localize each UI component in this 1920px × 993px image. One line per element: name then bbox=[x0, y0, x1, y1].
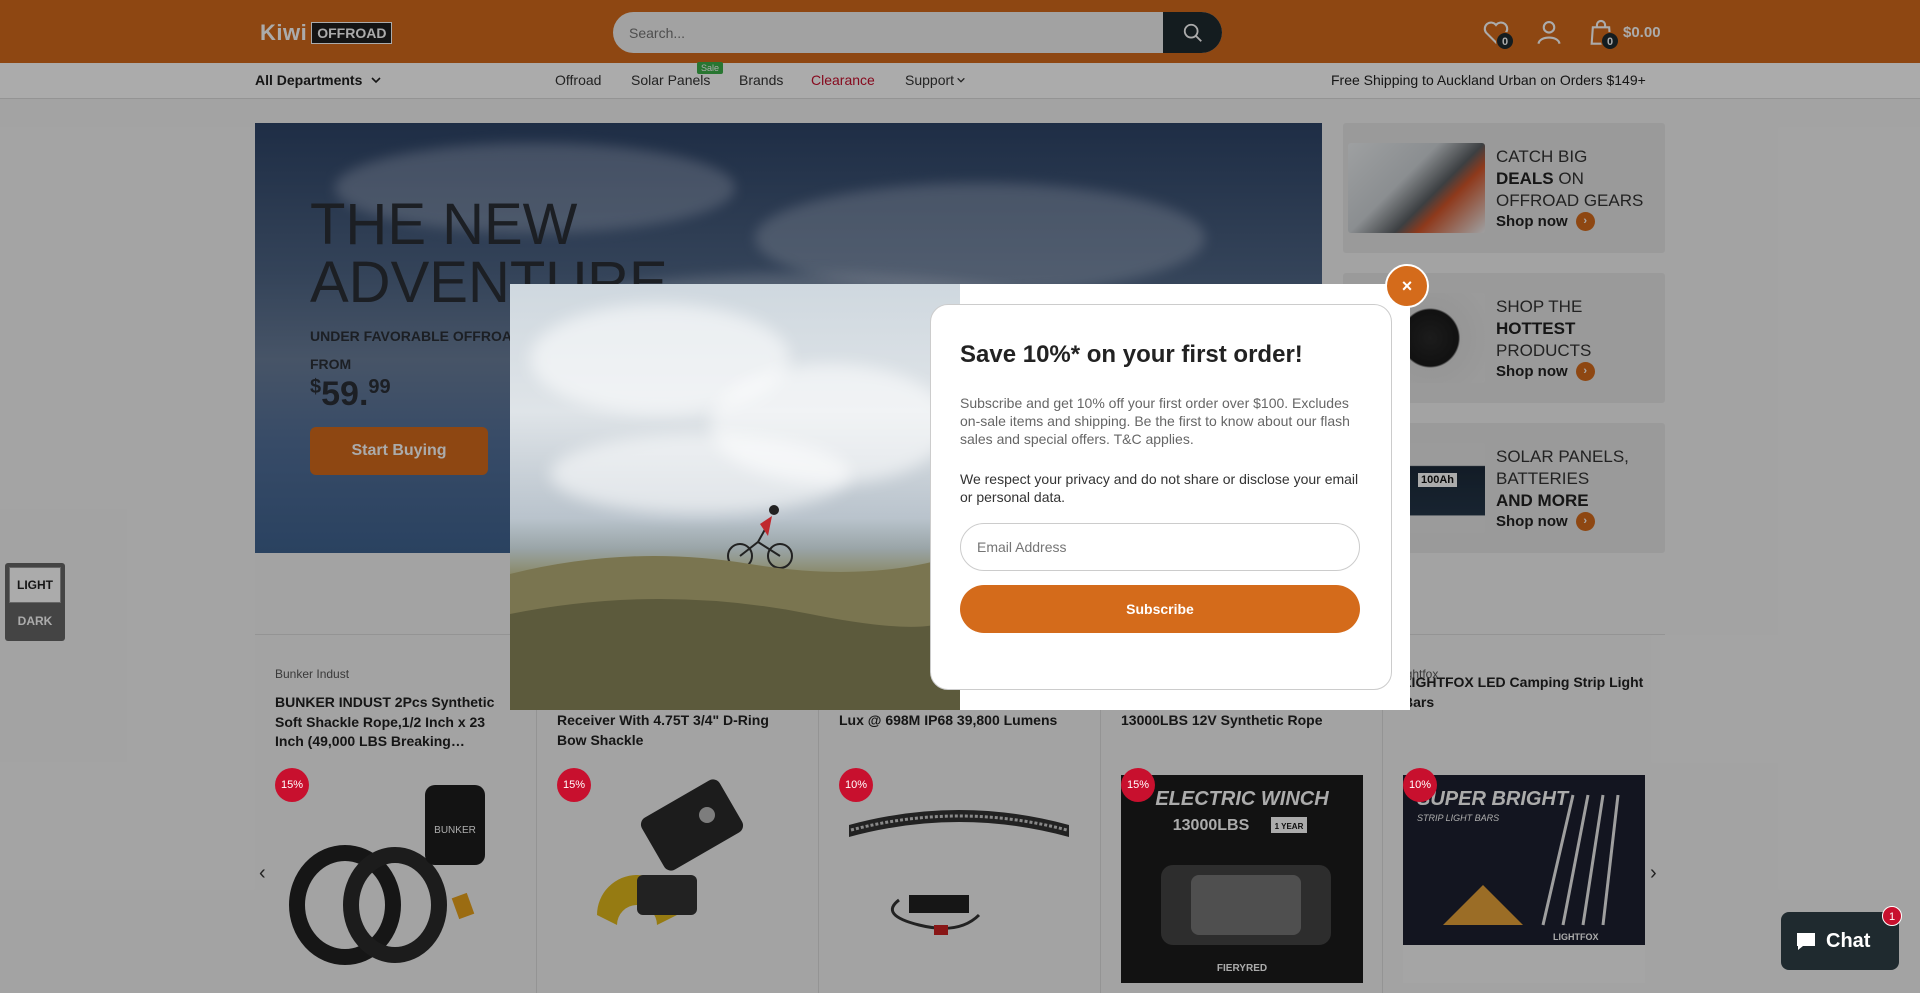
discount-badge: 15% bbox=[1121, 768, 1155, 802]
popup-title: Save 10%* on your first order! bbox=[960, 341, 1303, 368]
popup-privacy-note: We respect your privacy and do not share… bbox=[960, 471, 1359, 505]
discount-badge: 10% bbox=[839, 768, 873, 802]
popup-description: Subscribe and get 10% off your first ord… bbox=[960, 395, 1350, 447]
chat-button[interactable]: Chat bbox=[1781, 912, 1899, 970]
chat-bubble-icon bbox=[1797, 933, 1815, 950]
chat-unread-badge: 1 bbox=[1882, 906, 1902, 926]
discount-badge: 15% bbox=[557, 768, 591, 802]
discount-badge: 15% bbox=[275, 768, 309, 802]
popup-content: Save 10%* on your first order! Subscribe… bbox=[930, 304, 1392, 690]
subscribe-button[interactable]: Subscribe bbox=[960, 585, 1360, 633]
close-icon[interactable]: × bbox=[1385, 264, 1429, 308]
email-field[interactable] bbox=[960, 523, 1360, 571]
newsletter-popup: Save 10%* on your first order! Subscribe… bbox=[510, 284, 1410, 710]
chat-label: Chat bbox=[1826, 929, 1871, 952]
popup-image-cyclist bbox=[510, 284, 960, 710]
popup-landscape bbox=[510, 505, 960, 710]
discount-badge: 10% bbox=[1403, 768, 1437, 802]
